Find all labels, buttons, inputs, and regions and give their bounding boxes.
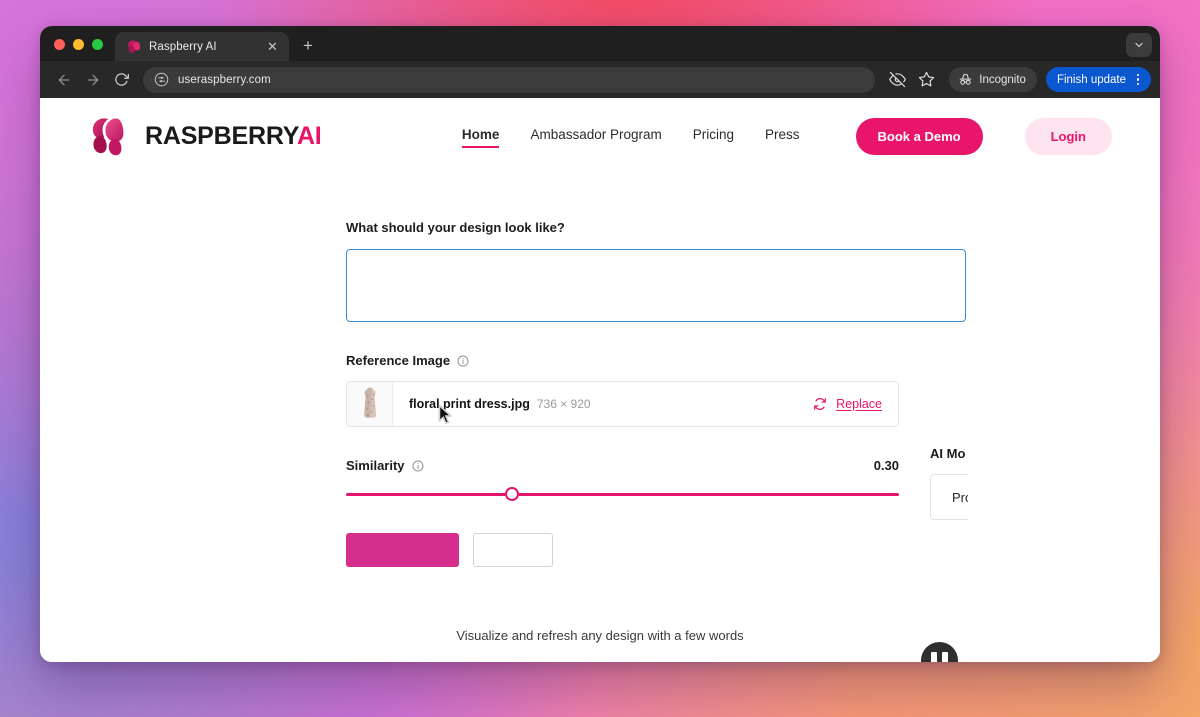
brand-name-main: RASPBERRY	[145, 121, 297, 150]
browser-tab[interactable]: Raspberry AI ✕	[115, 32, 289, 61]
pause-icon-bar-left	[931, 652, 937, 662]
nav-link-pricing[interactable]: Pricing	[693, 127, 734, 145]
finish-update-button[interactable]: Finish update	[1045, 67, 1151, 92]
close-window-button[interactable]	[54, 39, 65, 50]
viewport-clip-mask	[968, 174, 1160, 662]
prompt-textarea[interactable]	[347, 250, 965, 321]
reference-image-label: Reference Image	[346, 353, 926, 368]
similarity-slider[interactable]	[346, 487, 899, 501]
nav-link-ambassador-program[interactable]: Ambassador Program	[530, 127, 661, 145]
raspberry-mark-icon	[92, 118, 124, 156]
minimize-window-button[interactable]	[73, 39, 84, 50]
maximize-window-button[interactable]	[92, 39, 103, 50]
similarity-header: Similarity 0.30	[346, 458, 899, 473]
design-form: What should your design look like? Refer…	[306, 220, 966, 567]
chevron-down-icon[interactable]	[1126, 33, 1152, 57]
brand-wordmark: RASPBERRYAI	[145, 122, 322, 151]
nav-link-home[interactable]: Home	[461, 127, 499, 148]
arrow-right-icon[interactable]	[79, 66, 106, 93]
prompt-label: What should your design look like?	[346, 220, 926, 235]
generate-button[interactable]	[346, 533, 459, 567]
incognito-indicator[interactable]: Incognito	[949, 67, 1037, 92]
cancel-button[interactable]	[473, 533, 553, 567]
site-navigation: Home Ambassador Program Pricing Press Bo…	[461, 117, 1112, 155]
browser-tabstrip: Raspberry AI ✕ +	[40, 26, 1160, 61]
refresh-icon	[814, 398, 826, 410]
arrow-left-icon[interactable]	[50, 66, 77, 93]
caption-bar: Visualize and refresh any design with a …	[40, 608, 1160, 662]
incognito-hat-icon	[959, 74, 972, 85]
reference-file-dimensions: 736 × 920	[536, 397, 591, 411]
login-button[interactable]: Login	[1024, 117, 1112, 155]
close-icon[interactable]: ✕	[264, 38, 281, 55]
similarity-label-text: Similarity	[346, 458, 405, 473]
prompt-input[interactable]	[346, 249, 966, 322]
page-viewport: RASPBERRYAI Home Ambassador Program Pric…	[40, 98, 1160, 662]
info-circle-icon[interactable]	[457, 355, 469, 367]
tune-icon[interactable]	[154, 72, 169, 87]
finish-update-label: Finish update	[1056, 73, 1126, 86]
slider-track[interactable]	[346, 492, 899, 496]
dress-thumbnail	[363, 387, 376, 418]
pause-icon-bar-right	[942, 652, 948, 662]
info-circle-icon[interactable]	[412, 460, 424, 472]
browser-toolbar: useraspberry.com Incognito Finish update	[40, 61, 1160, 98]
incognito-label: Incognito	[979, 73, 1026, 86]
reference-image-label-text: Reference Image	[346, 353, 451, 368]
reference-file-name: floral print dress.jpg	[409, 397, 530, 411]
browser-window: Raspberry AI ✕ + useraspberry.com Incogn…	[40, 26, 1160, 662]
brand-name-accent: AI	[296, 121, 322, 150]
star-icon[interactable]	[913, 66, 940, 93]
design-tool-panel: What should your design look like? Refer…	[40, 174, 1160, 662]
site-header: RASPBERRYAI Home Ambassador Program Pric…	[40, 98, 1160, 174]
caption-text: Visualize and refresh any design with a …	[456, 627, 744, 643]
replace-image-button[interactable]: Replace	[813, 397, 898, 411]
similarity-label: Similarity	[346, 458, 424, 473]
nav-link-press[interactable]: Press	[765, 127, 800, 145]
slider-thumb[interactable]	[504, 487, 519, 501]
tabstrip-right-controls	[1126, 33, 1152, 57]
reference-image-row: floral print dress.jpg 736 × 920 Replace	[346, 381, 899, 427]
tab-title: Raspberry AI	[149, 40, 217, 53]
raspberry-logo-icon	[128, 40, 141, 53]
kebab-menu-icon[interactable]	[1131, 70, 1145, 90]
replace-label: Replace	[836, 397, 882, 411]
window-controls	[40, 39, 115, 61]
prompt-label-text: What should your design look like?	[346, 220, 565, 235]
form-actions	[346, 533, 926, 567]
reference-image-thumbnail[interactable]	[347, 382, 393, 426]
reload-icon[interactable]	[108, 66, 135, 93]
brand-logo[interactable]: RASPBERRYAI	[90, 115, 322, 157]
reference-image-meta: floral print dress.jpg 736 × 920	[393, 397, 813, 411]
plus-icon[interactable]: +	[295, 31, 321, 60]
eye-slash-icon[interactable]	[884, 66, 911, 93]
url-text: useraspberry.com	[178, 73, 271, 86]
address-bar[interactable]: useraspberry.com	[143, 66, 876, 93]
similarity-value: 0.30	[873, 458, 899, 473]
book-a-demo-button[interactable]: Book a Demo	[855, 117, 983, 155]
